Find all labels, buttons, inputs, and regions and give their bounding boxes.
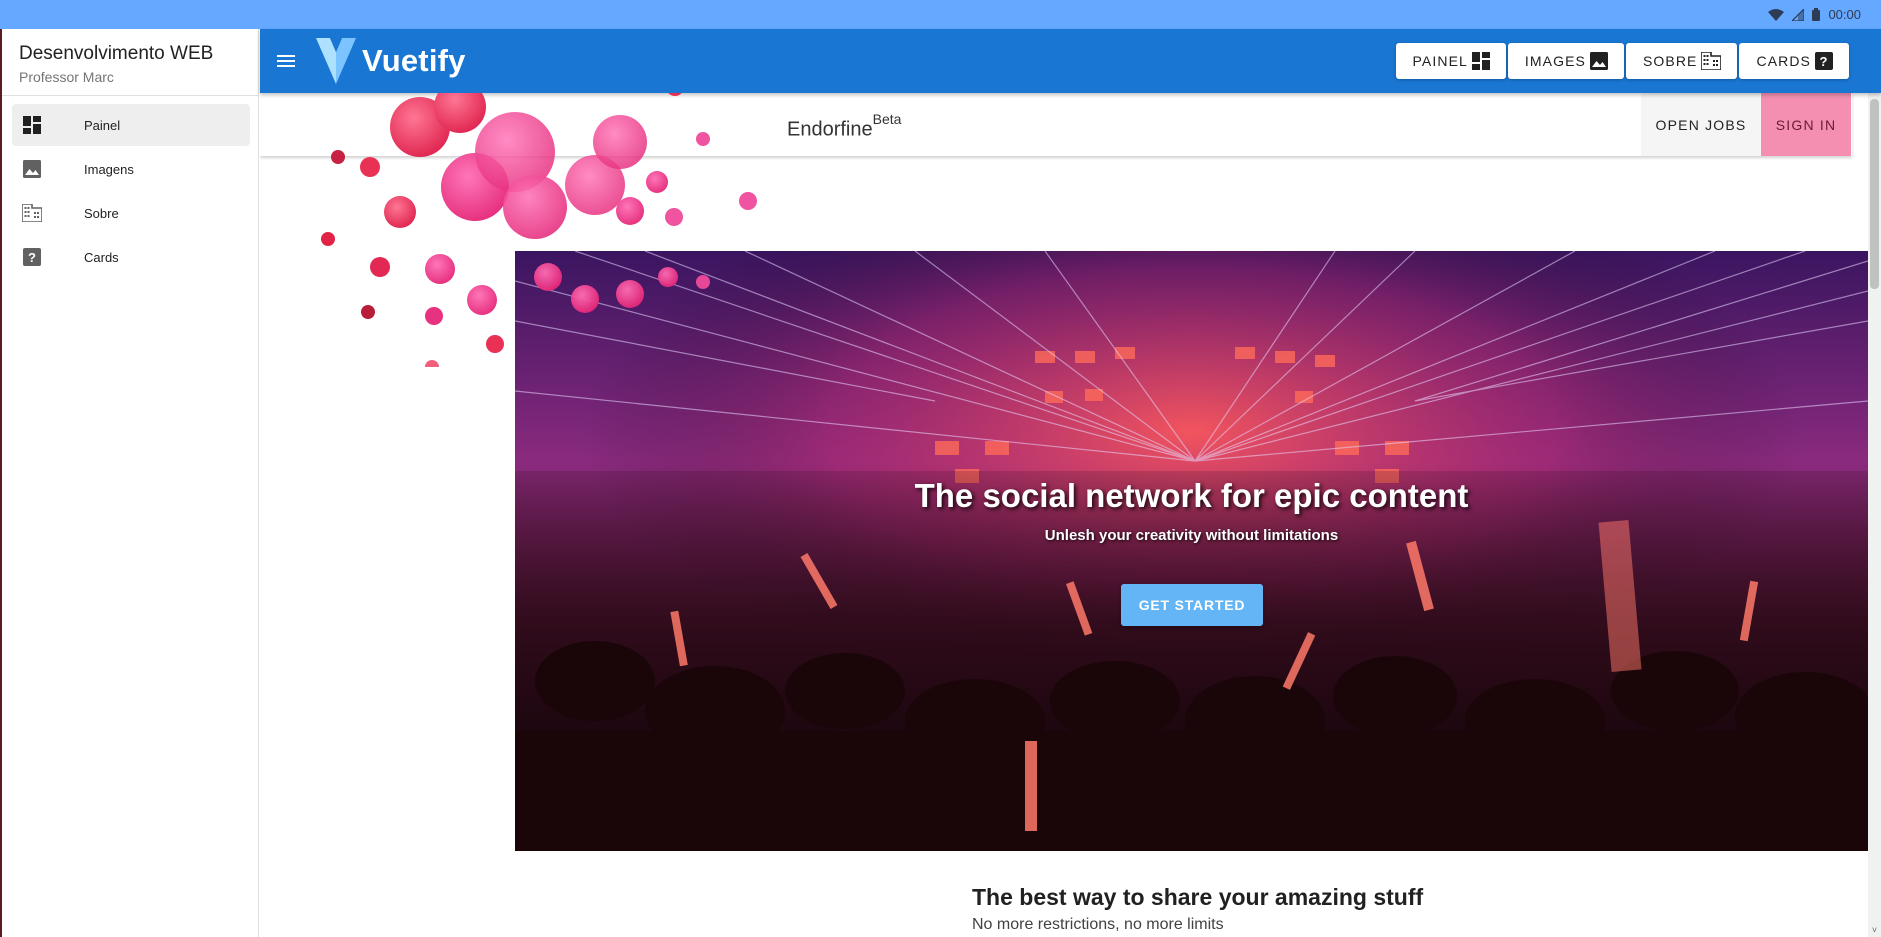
app-bar-nav: PAINEL IMAGES SOBRE CARDS ? bbox=[1395, 43, 1849, 79]
drawer-item-label: Imagens bbox=[84, 161, 134, 177]
svg-text:?: ? bbox=[1819, 54, 1828, 69]
drawer-item-label: Cards bbox=[84, 249, 119, 265]
scrollbar-thumb[interactable] bbox=[1870, 99, 1879, 289]
site-name: Endorfine bbox=[787, 118, 873, 141]
dashboard-icon bbox=[1471, 52, 1490, 70]
menu-button[interactable] bbox=[266, 41, 306, 81]
open-jobs-button[interactable]: OPEN JOBS bbox=[1641, 93, 1761, 156]
hamburger-icon bbox=[277, 55, 295, 67]
hero-subtitle: Unlesh your creativity without limitatio… bbox=[1044, 527, 1339, 544]
drawer-item-imagens[interactable]: Imagens bbox=[12, 148, 250, 190]
page-scrollbar[interactable]: ˅ bbox=[1868, 93, 1881, 937]
vuetify-logo-icon bbox=[316, 38, 356, 84]
business-icon bbox=[22, 203, 42, 223]
drawer-subtitle: Professor Marc bbox=[19, 69, 114, 85]
dashboard-icon bbox=[22, 115, 42, 135]
sobre-button[interactable]: SOBRE bbox=[1625, 43, 1738, 79]
section-title: The best way to share your amazing stuff bbox=[972, 884, 1424, 910]
image-icon bbox=[1589, 52, 1608, 70]
battery-icon bbox=[1812, 8, 1821, 21]
main-content: EndorfineBeta OPEN JOBS SIGN IN The soci… bbox=[260, 93, 1868, 937]
app-bar: Vuetify PAINEL IMAGES SOBRE CARDS ? bbox=[260, 29, 1881, 93]
sign-in-button[interactable]: SIGN IN bbox=[1761, 93, 1851, 156]
drawer-header: Desenvolvimento WEB Professor Marc bbox=[2, 29, 258, 96]
hero-title: The social network for epic content bbox=[914, 477, 1469, 514]
drawer-title: Desenvolvimento WEB bbox=[19, 43, 214, 64]
clock: 00:00 bbox=[1828, 7, 1861, 22]
wifi-icon bbox=[1768, 8, 1785, 21]
business-icon bbox=[1701, 52, 1722, 70]
brand-name: Vuetify bbox=[362, 43, 466, 78]
signal-icon bbox=[1792, 8, 1805, 21]
drawer-list: Painel Imagens Sobre ? Cards bbox=[2, 96, 258, 278]
drawer-item-sobre[interactable]: Sobre bbox=[12, 192, 250, 234]
section-subtitle: No more restrictions, no more limits bbox=[972, 916, 1224, 933]
help-box-icon: ? bbox=[22, 247, 42, 267]
navigation-drawer: Desenvolvimento WEB Professor Marc Paine… bbox=[0, 29, 259, 937]
button-label: SOBRE bbox=[1642, 53, 1698, 69]
svg-text:?: ? bbox=[28, 250, 36, 265]
image-icon bbox=[22, 159, 42, 179]
button-label: IMAGES bbox=[1524, 53, 1586, 69]
button-label: PAINEL bbox=[1412, 53, 1468, 69]
button-label: CARDS bbox=[1756, 53, 1811, 69]
hero-content: The social network for epic content Unle… bbox=[515, 251, 1868, 851]
beta-badge: Beta bbox=[872, 111, 902, 127]
system-status-bar: 00:00 bbox=[0, 0, 1881, 29]
drawer-item-cards[interactable]: ? Cards bbox=[12, 236, 250, 278]
cards-button[interactable]: CARDS ? bbox=[1739, 43, 1849, 79]
get-started-button[interactable]: GET STARTED bbox=[1121, 584, 1263, 626]
drawer-item-label: Sobre bbox=[84, 205, 119, 221]
brand[interactable]: Vuetify bbox=[316, 38, 466, 84]
hero-banner: The social network for epic content Unle… bbox=[515, 251, 1868, 851]
drawer-item-label: Painel bbox=[84, 117, 121, 133]
site-toolbar: EndorfineBeta OPEN JOBS SIGN IN bbox=[260, 93, 1852, 156]
images-button[interactable]: IMAGES bbox=[1507, 43, 1624, 79]
site-title: EndorfineBeta bbox=[787, 111, 901, 142]
scroll-down-arrow-icon[interactable]: ˅ bbox=[1870, 926, 1879, 935]
painel-button[interactable]: PAINEL bbox=[1395, 43, 1506, 79]
help-box-icon: ? bbox=[1815, 52, 1833, 70]
drawer-item-painel[interactable]: Painel bbox=[12, 104, 250, 146]
